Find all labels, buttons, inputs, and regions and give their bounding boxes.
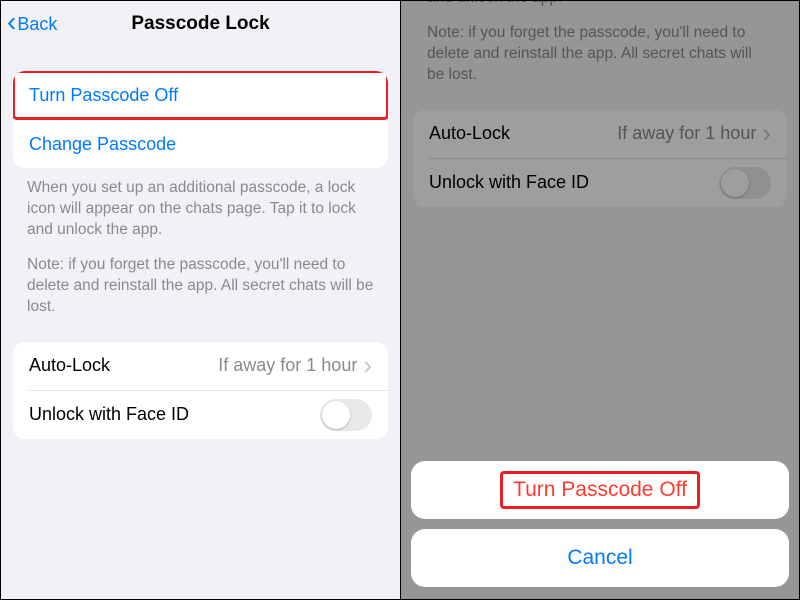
turn-passcode-off-row[interactable]: Turn Passcode Off <box>13 71 388 119</box>
passcode-actions-group: Turn Passcode Off Change Passcode <box>13 71 388 168</box>
help-paragraph-1: When you set up an additional passcode, … <box>27 178 374 241</box>
face-id-toggle[interactable] <box>320 399 372 431</box>
back-button[interactable]: ‹ Back <box>7 1 57 47</box>
chevron-left-icon: ‹ <box>7 8 16 36</box>
auto-lock-row[interactable]: Auto-Lock If away for 1 hour › <box>13 342 388 390</box>
face-id-row[interactable]: Unlock with Face ID <box>13 391 388 439</box>
chevron-right-icon: › <box>363 352 372 378</box>
nav-bar: ‹ Back Passcode Lock <box>1 1 400 47</box>
settings-screen: ‹ Back Passcode Lock Turn Passcode Off C… <box>0 0 400 600</box>
options-group: Auto-Lock If away for 1 hour › Unlock wi… <box>13 342 388 439</box>
face-id-label: Unlock with Face ID <box>29 404 189 425</box>
turn-passcode-off-label: Turn Passcode Off <box>29 85 178 106</box>
change-passcode-row[interactable]: Change Passcode <box>13 120 388 168</box>
passcode-help-text: When you set up an additional passcode, … <box>27 178 374 318</box>
auto-lock-value: If away for 1 hour <box>218 355 357 376</box>
sheet-turn-passcode-off-label: Turn Passcode Off <box>500 471 700 509</box>
action-sheet: Turn Passcode Off Cancel <box>411 461 789 587</box>
sheet-cancel-label: Cancel <box>567 546 632 570</box>
auto-lock-label: Auto-Lock <box>29 355 110 376</box>
back-label: Back <box>17 14 57 35</box>
help-paragraph-2: Note: if you forget the passcode, you'll… <box>27 255 374 318</box>
toggle-knob <box>322 401 350 429</box>
sheet-turn-passcode-off-button[interactable]: Turn Passcode Off <box>411 461 789 519</box>
page-title: Passcode Lock <box>1 13 400 35</box>
sheet-cancel-button[interactable]: Cancel <box>411 529 789 587</box>
settings-screen-with-sheet: icon will appear on the chats page. Tap … <box>400 0 800 600</box>
change-passcode-label: Change Passcode <box>29 134 176 155</box>
